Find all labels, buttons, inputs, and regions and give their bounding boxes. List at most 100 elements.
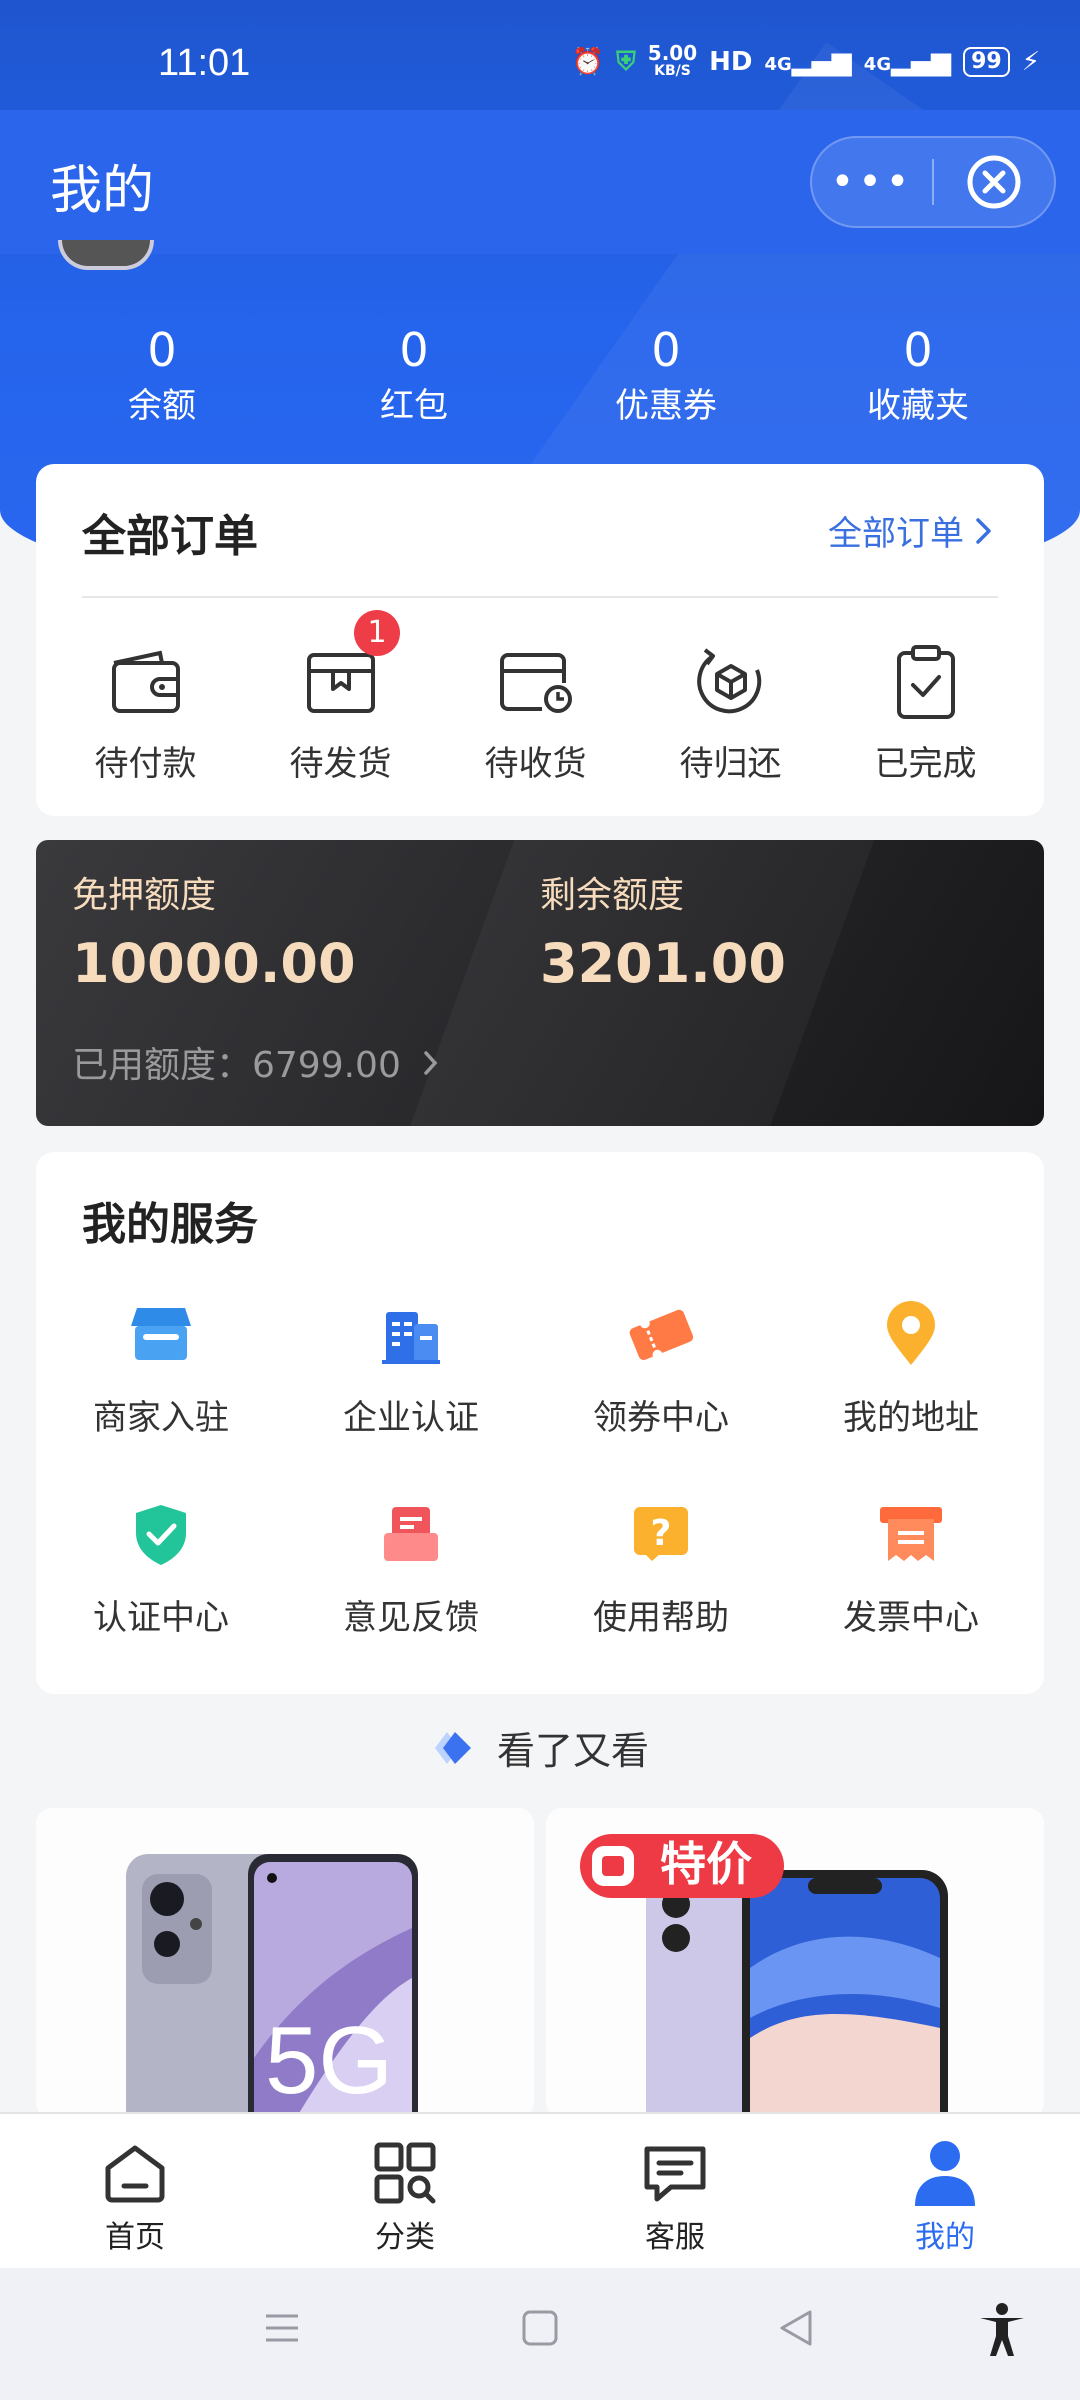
tab-home[interactable]: 首页	[0, 2114, 270, 2268]
status-time: 11:01	[158, 42, 251, 84]
service-coupon-center[interactable]: 领券中心	[536, 1298, 786, 1498]
order-item-label: 已完成	[874, 744, 977, 784]
more-button[interactable]: •••	[812, 162, 932, 202]
package-icon	[306, 653, 375, 713]
close-circle-icon	[967, 155, 1021, 209]
stat-value: 0	[147, 323, 177, 377]
shield-check-icon	[136, 1505, 186, 1565]
bottom-tab-bar: 首页 分类 客服 我的	[0, 2112, 1080, 2268]
charging-icon: ⚡	[1021, 47, 1040, 77]
system-navigation-bar	[0, 2268, 1080, 2400]
order-item-label: 待归还	[679, 744, 782, 784]
orders-card: 全部订单 全部订单 待付款 1 待发货 待收货 待归还 已完成	[36, 464, 1044, 816]
tab-profile[interactable]: 我的	[810, 2114, 1080, 2268]
order-item-label: 待收货	[484, 744, 587, 784]
recommend-header: 看了又看	[0, 1720, 1080, 1775]
service-address[interactable]: 我的地址	[786, 1298, 1036, 1498]
5g-text: 5G	[265, 2007, 393, 2114]
product-card[interactable]: 特价	[546, 1808, 1044, 2118]
divider	[82, 596, 998, 598]
stat-value: 0	[651, 323, 681, 377]
location-pin-icon	[887, 1301, 935, 1365]
used-credit-text: 已用额度：6799.00	[72, 1045, 401, 1086]
free-deposit-label: 免押额度	[72, 875, 217, 916]
coupon-icon	[629, 1309, 694, 1361]
back-triangle-icon[interactable]	[776, 2308, 816, 2348]
credit-card[interactable]: 免押额度 10000.00 剩余额度 3201.00 已用额度：6799.00	[36, 840, 1044, 1126]
stat-label: 红包	[380, 386, 448, 426]
order-pending-return[interactable]: 待归还	[633, 642, 828, 785]
stat-label: 收藏夹	[867, 386, 969, 426]
order-pending-receipt[interactable]: 待收货	[438, 642, 633, 785]
page-title: 我的	[50, 161, 155, 221]
service-verification[interactable]: 认证中心	[36, 1498, 286, 1698]
header-bar: 我的 •••	[0, 110, 1080, 254]
help-icon: ?	[634, 1507, 688, 1561]
tab-label: 分类	[375, 2220, 435, 2255]
remaining-label: 剩余额度	[540, 875, 685, 916]
phone-product-image: 特价	[546, 1808, 1044, 2118]
service-label: 发票中心	[843, 1598, 979, 1638]
wallet-icon	[111, 650, 180, 713]
category-icon	[374, 2142, 436, 2204]
stat-value: 0	[399, 323, 429, 377]
service-label: 商家入驻	[93, 1398, 229, 1438]
recommend-title: 看了又看	[496, 1729, 649, 1773]
feedback-icon	[384, 1507, 438, 1561]
stat-favorites[interactable]: 0 收藏夹	[792, 320, 1044, 432]
stat-label: 余额	[128, 386, 196, 426]
orders-title: 全部订单	[82, 511, 258, 562]
building-icon	[382, 1312, 440, 1364]
service-label: 使用帮助	[593, 1598, 729, 1638]
shop-icon	[131, 1308, 191, 1360]
order-pending-shipment[interactable]: 1 待发货	[243, 610, 438, 785]
service-help[interactable]: ? 使用帮助	[536, 1498, 786, 1698]
service-feedback[interactable]: 意见反馈	[286, 1498, 536, 1698]
close-button[interactable]	[934, 154, 1054, 210]
chevron-right-icon	[424, 1051, 438, 1075]
stat-label: 优惠券	[615, 386, 717, 426]
clipboard-check-icon	[896, 645, 955, 719]
speed-unit: KB/S	[654, 63, 691, 79]
tab-label: 客服	[645, 2220, 705, 2255]
stat-coupons[interactable]: 0 优惠券	[540, 320, 792, 432]
notification-badge: 1	[354, 610, 400, 656]
special-price-tag: 特价	[660, 1837, 752, 1891]
tab-label: 首页	[105, 2220, 165, 2255]
account-stats: 0 余额 0 红包 0 优惠券 0 收藏夹	[0, 320, 1080, 432]
all-orders-label: 全部订单	[828, 514, 964, 554]
alarm-icon: ⏰	[571, 47, 605, 77]
services-grid: 商家入驻 企业认证 领券中心 我的地址 认证中心 意见反馈 ? 使用帮助 发票中	[36, 1298, 1044, 1698]
menu-icon[interactable]	[262, 2308, 302, 2348]
service-merchant[interactable]: 商家入驻	[36, 1298, 286, 1498]
network-speed: 5.00 KB/S	[648, 43, 697, 80]
status-icons: ⏰ ⛨ 5.00 KB/S HD 4G▂▄▆ 4G▂▄▆ 99 ⚡	[571, 43, 1040, 80]
services-title: 我的服务	[82, 1199, 258, 1250]
order-item-label: 待发货	[289, 744, 392, 784]
accessibility-icon[interactable]	[976, 2302, 1028, 2358]
remaining-value: 3201.00	[540, 932, 786, 995]
service-label: 我的地址	[843, 1398, 979, 1438]
used-credit-link[interactable]: 已用额度：6799.00	[72, 1036, 440, 1088]
return-box-icon	[696, 648, 761, 714]
product-card[interactable]: 5G	[36, 1808, 534, 2118]
tab-category[interactable]: 分类	[270, 2114, 540, 2268]
delivery-box-icon	[499, 653, 572, 713]
avatar[interactable]	[58, 240, 154, 270]
service-enterprise[interactable]: 企业认证	[286, 1298, 536, 1498]
home-square-icon[interactable]	[520, 2308, 560, 2348]
order-completed[interactable]: 已完成	[828, 642, 1023, 785]
battery-icon: 99	[963, 47, 1010, 77]
order-pending-payment[interactable]: 待付款	[48, 642, 243, 785]
phone-product-image: 5G	[36, 1808, 534, 2118]
tab-label: 我的	[915, 2220, 975, 2255]
profile-icon	[915, 2141, 975, 2206]
miniapp-capsule: •••	[810, 136, 1056, 228]
tab-customer-service[interactable]: 客服	[540, 2114, 810, 2268]
status-bar: 11:01 ⏰ ⛨ 5.00 KB/S HD 4G▂▄▆ 4G▂▄▆ 99 ⚡	[0, 0, 1080, 110]
diamond-icon	[434, 1731, 471, 1764]
all-orders-link[interactable]: 全部订单	[828, 506, 994, 555]
stat-balance[interactable]: 0 余额	[36, 320, 288, 432]
stat-red-packet[interactable]: 0 红包	[288, 320, 540, 432]
service-invoice[interactable]: 发票中心	[786, 1498, 1036, 1698]
